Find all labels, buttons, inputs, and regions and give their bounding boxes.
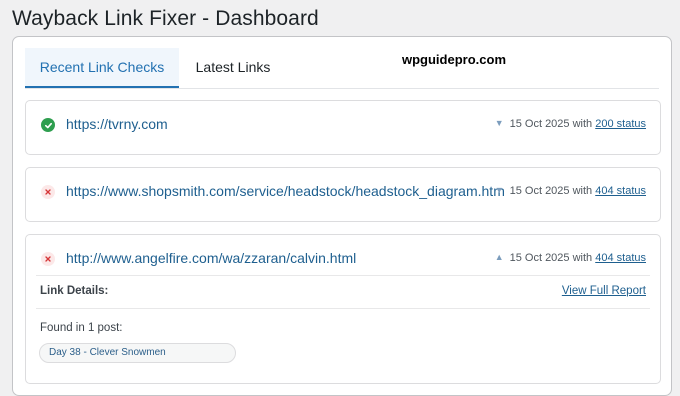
view-full-report-link[interactable]: View Full Report bbox=[562, 285, 646, 297]
watermark-text: wpguidepro.com bbox=[402, 52, 506, 67]
link-row[interactable]: https://tvrny.com ▼ 15 Oct 2025 with 200 … bbox=[25, 100, 661, 155]
post-tag[interactable]: Day 38 - Clever Snowmen bbox=[39, 343, 236, 363]
link-meta: ▼ 15 Oct 2025 with 200 status bbox=[495, 118, 646, 130]
tab-recent-link-checks[interactable]: Recent Link Checks bbox=[25, 48, 179, 88]
error-x-icon bbox=[41, 252, 55, 266]
link-url[interactable]: https://tvrny.com bbox=[66, 116, 168, 132]
details-divider bbox=[36, 308, 650, 309]
status-code-link[interactable]: 404 status bbox=[595, 252, 646, 264]
tab-divider bbox=[25, 88, 659, 89]
chevron-down-icon[interactable]: ▼ bbox=[495, 185, 504, 195]
check-date: 15 Oct 2025 with bbox=[509, 185, 593, 197]
link-row[interactable]: https://www.shopsmith.com/service/headst… bbox=[25, 167, 661, 222]
details-divider bbox=[36, 275, 650, 276]
link-row-expanded[interactable]: http://www.angelfire.com/wa/zzaran/calvi… bbox=[25, 234, 661, 384]
tab-latest-links[interactable]: Latest Links bbox=[179, 48, 287, 86]
chevron-down-icon[interactable]: ▼ bbox=[495, 118, 504, 128]
chevron-up-icon[interactable]: ▲ bbox=[495, 252, 504, 262]
check-date: 15 Oct 2025 with bbox=[509, 252, 593, 264]
tab-bar: Recent Link Checks Latest Links bbox=[25, 48, 661, 88]
link-url[interactable]: http://www.angelfire.com/wa/zzaran/calvi… bbox=[66, 250, 356, 266]
found-in-posts-label: Found in 1 post: bbox=[40, 322, 123, 334]
link-meta: ▼ 15 Oct 2025 with 404 status bbox=[495, 185, 646, 197]
status-code-link[interactable]: 200 status bbox=[595, 118, 646, 130]
link-details-label: Link Details: bbox=[40, 285, 109, 297]
page-title: Wayback Link Fixer - Dashboard bbox=[12, 7, 319, 30]
error-x-icon bbox=[41, 185, 55, 199]
link-url[interactable]: https://www.shopsmith.com/service/headst… bbox=[66, 183, 505, 199]
check-date: 15 Oct 2025 with bbox=[509, 118, 593, 130]
link-meta: ▲ 15 Oct 2025 with 404 status bbox=[495, 252, 646, 264]
dashboard-card: Recent Link Checks Latest Links wpguidep… bbox=[12, 36, 672, 396]
status-code-link[interactable]: 404 status bbox=[595, 185, 646, 197]
check-circle-icon bbox=[41, 118, 55, 132]
